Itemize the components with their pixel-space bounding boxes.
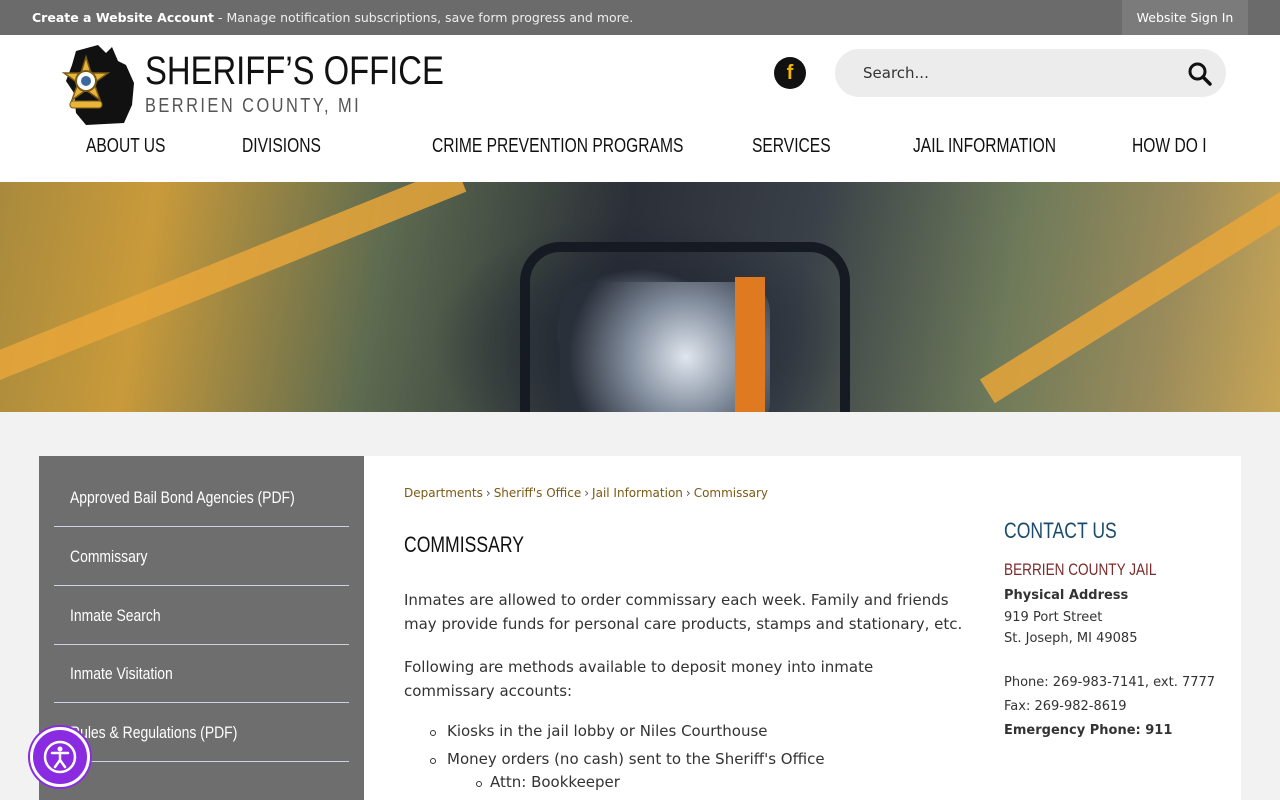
list-item: Kiosks in the jail lobby or Niles Courth… [447,722,768,740]
breadcrumb: Departments › Sheriff's Office › Jail Inform… [404,486,768,500]
breadcrumb-sheriffs-office[interactable]: Sheriff's Office [494,486,582,500]
address-city: St. Joseph, MI 49085 [1004,631,1138,646]
sidebar-item-label: Rules & Regulations (PDF) [70,723,238,742]
create-account-link[interactable]: Create a Website Account - Manage notifi… [32,10,633,25]
logo-subtitle: BERRIEN COUNTY, MI [145,95,362,117]
search-icon[interactable] [1187,61,1213,87]
main-content: Departments › Sheriff's Office › Jail Inform… [364,456,1241,800]
accessibility-button[interactable] [30,727,90,787]
contact-us-heading: CONTACT US [1004,518,1117,543]
sidebar-item-bail-bond[interactable]: Approved Bail Bond Agencies (PDF) [54,469,349,527]
sidebar-item-inmate-visitation[interactable]: Inmate Visitation [54,645,349,703]
sidebar-item-label: Inmate Visitation [70,664,173,683]
nav-divisions[interactable]: DIVISIONS [242,135,321,158]
intro-paragraph: Inmates are allowed to order commissary … [404,591,963,633]
contact-jail-name: BERRIEN COUNTY JAIL [1004,560,1157,579]
facebook-icon[interactable]: f [774,57,806,89]
main-navigation: ABOUT US DIVISIONS CRIME PREVENTION PROG… [0,135,1280,165]
list-bullet [476,781,482,787]
sidebar-item-commissary[interactable]: Commissary [54,528,349,586]
breadcrumb-commissary[interactable]: Commissary [694,486,768,500]
sidebar-item-label: Approved Bail Bond Agencies (PDF) [70,488,295,507]
breadcrumb-jail-information[interactable]: Jail Information [592,486,683,500]
list-item: Attn: Bookkeeper [490,773,620,791]
create-account-label[interactable]: Create a Website Account [32,10,214,25]
nav-crime-prevention[interactable]: CRIME PREVENTION PROGRAMS [432,135,683,158]
sidebar-item-inmate-search[interactable]: Inmate Search [54,587,349,645]
address-label: Physical Address [1004,588,1129,603]
contact-phone: Phone: 269-983-7141, ext. 7777 [1004,675,1216,690]
search-box [835,49,1226,97]
site-header: SHERIFF’S OFFICE BERRIEN COUNTY, MI f AB… [0,35,1280,182]
list-bullet [430,758,436,764]
nav-about-us[interactable]: ABOUT US [86,135,165,158]
contact-fax: Fax: 269-982-8619 [1004,699,1127,714]
methods-paragraph: Following are methods available to depos… [404,658,874,700]
sidebar-item-label: Inmate Search [70,606,161,625]
search-input[interactable] [855,49,1175,97]
breadcrumb-separator: › [584,486,590,500]
nav-jail-information[interactable]: JAIL INFORMATION [913,135,1056,158]
page-title: COMMISSARY [404,532,524,557]
logo-title: SHERIFF’S OFFICE [145,49,444,93]
sheriff-badge-icon [61,45,134,125]
sidebar-item-rules[interactable]: Rules & Regulations (PDF) [54,704,349,762]
accessibility-icon [43,740,77,774]
nav-services[interactable]: SERVICES [752,135,831,158]
breadcrumb-separator: › [485,486,491,500]
website-sign-in-button[interactable]: Website Sign In [1122,0,1248,35]
address-street: 919 Port Street [1004,610,1103,625]
list-item: Money orders (no cash) sent to the Sheri… [447,750,825,768]
nav-how-do-i[interactable]: HOW DO I [1132,135,1207,158]
sidebar-item-label: Commissary [70,547,148,566]
list-bullet [430,730,436,736]
breadcrumb-departments[interactable]: Departments [404,486,483,500]
create-account-description: - Manage notification subscriptions, sav… [214,10,634,25]
contact-emergency-phone: Emergency Phone: 911 [1004,723,1173,738]
breadcrumb-separator: › [685,486,691,500]
hero-banner-image [0,182,1280,412]
sheriff-logo[interactable]: SHERIFF’S OFFICE BERRIEN COUNTY, MI [46,43,444,127]
top-utility-bar: Create a Website Account - Manage notifi… [0,0,1280,35]
